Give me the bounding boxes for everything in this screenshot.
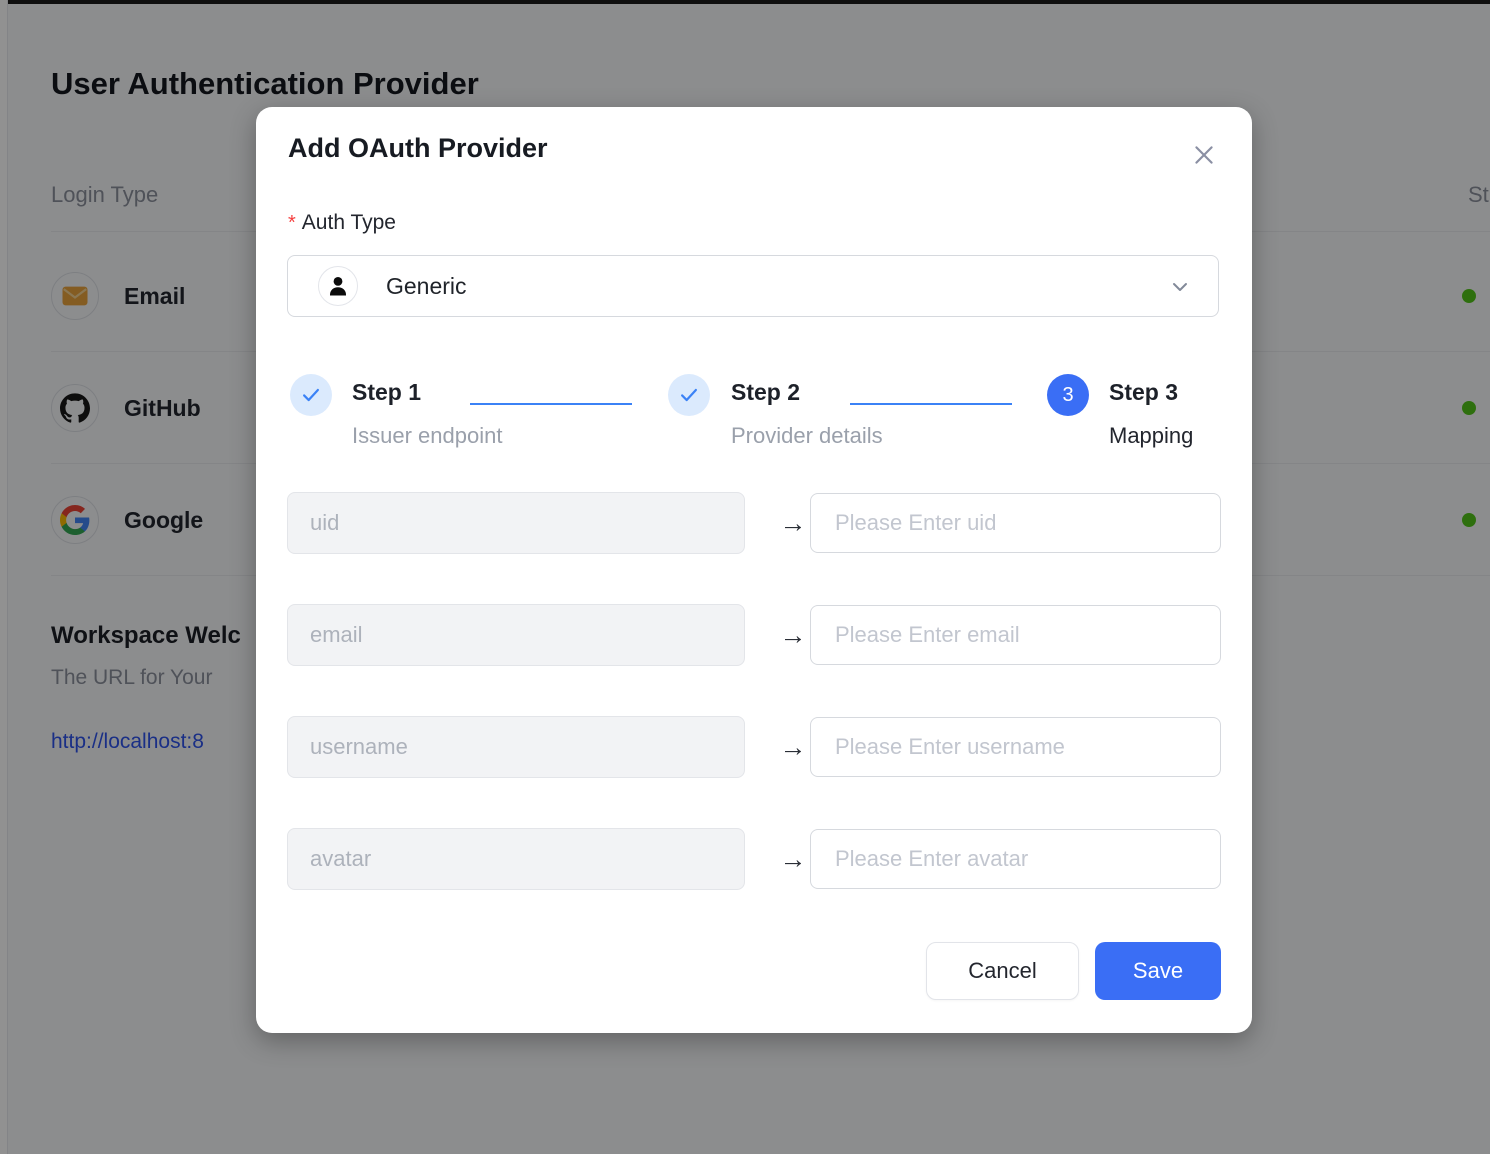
mapping-row-email: → (287, 604, 1221, 666)
close-icon[interactable] (1190, 141, 1218, 169)
step2-desc: Provider details (731, 423, 883, 449)
person-icon (318, 266, 358, 306)
avatar-target-input[interactable] (810, 829, 1221, 889)
auth-type-label: *Auth Type (288, 211, 396, 235)
required-asterisk: * (288, 212, 296, 234)
username-source-field (287, 716, 745, 778)
email-source-field (287, 604, 745, 666)
step3-name: Step 3 (1109, 379, 1178, 406)
chevron-down-icon (1168, 275, 1192, 304)
save-button[interactable]: Save (1095, 942, 1221, 1000)
step3-number-badge: 3 (1047, 374, 1089, 416)
step2-check-icon (668, 374, 710, 416)
step1-check-icon (290, 374, 332, 416)
uid-source-field (287, 492, 745, 554)
cancel-button[interactable]: Cancel (926, 942, 1079, 1000)
auth-type-select[interactable]: Generic (287, 255, 1219, 317)
step3-desc: Mapping (1109, 423, 1193, 449)
mapping-row-avatar: → (287, 828, 1221, 890)
avatar-source-field (287, 828, 745, 890)
step2-name: Step 2 (731, 379, 800, 406)
auth-type-value: Generic (386, 273, 467, 300)
step1-connector (470, 403, 632, 405)
dialog-title: Add OAuth Provider (288, 133, 548, 164)
username-target-input[interactable] (810, 717, 1221, 777)
mapping-row-uid: → (287, 492, 1221, 554)
mapping-row-username: → (287, 716, 1221, 778)
uid-target-input[interactable] (810, 493, 1221, 553)
step1-name: Step 1 (352, 379, 421, 406)
add-oauth-provider-dialog: Add OAuth Provider *Auth Type Generic St… (256, 107, 1252, 1033)
email-target-input[interactable] (810, 605, 1221, 665)
step1-desc: Issuer endpoint (352, 423, 502, 449)
step2-connector (850, 403, 1012, 405)
